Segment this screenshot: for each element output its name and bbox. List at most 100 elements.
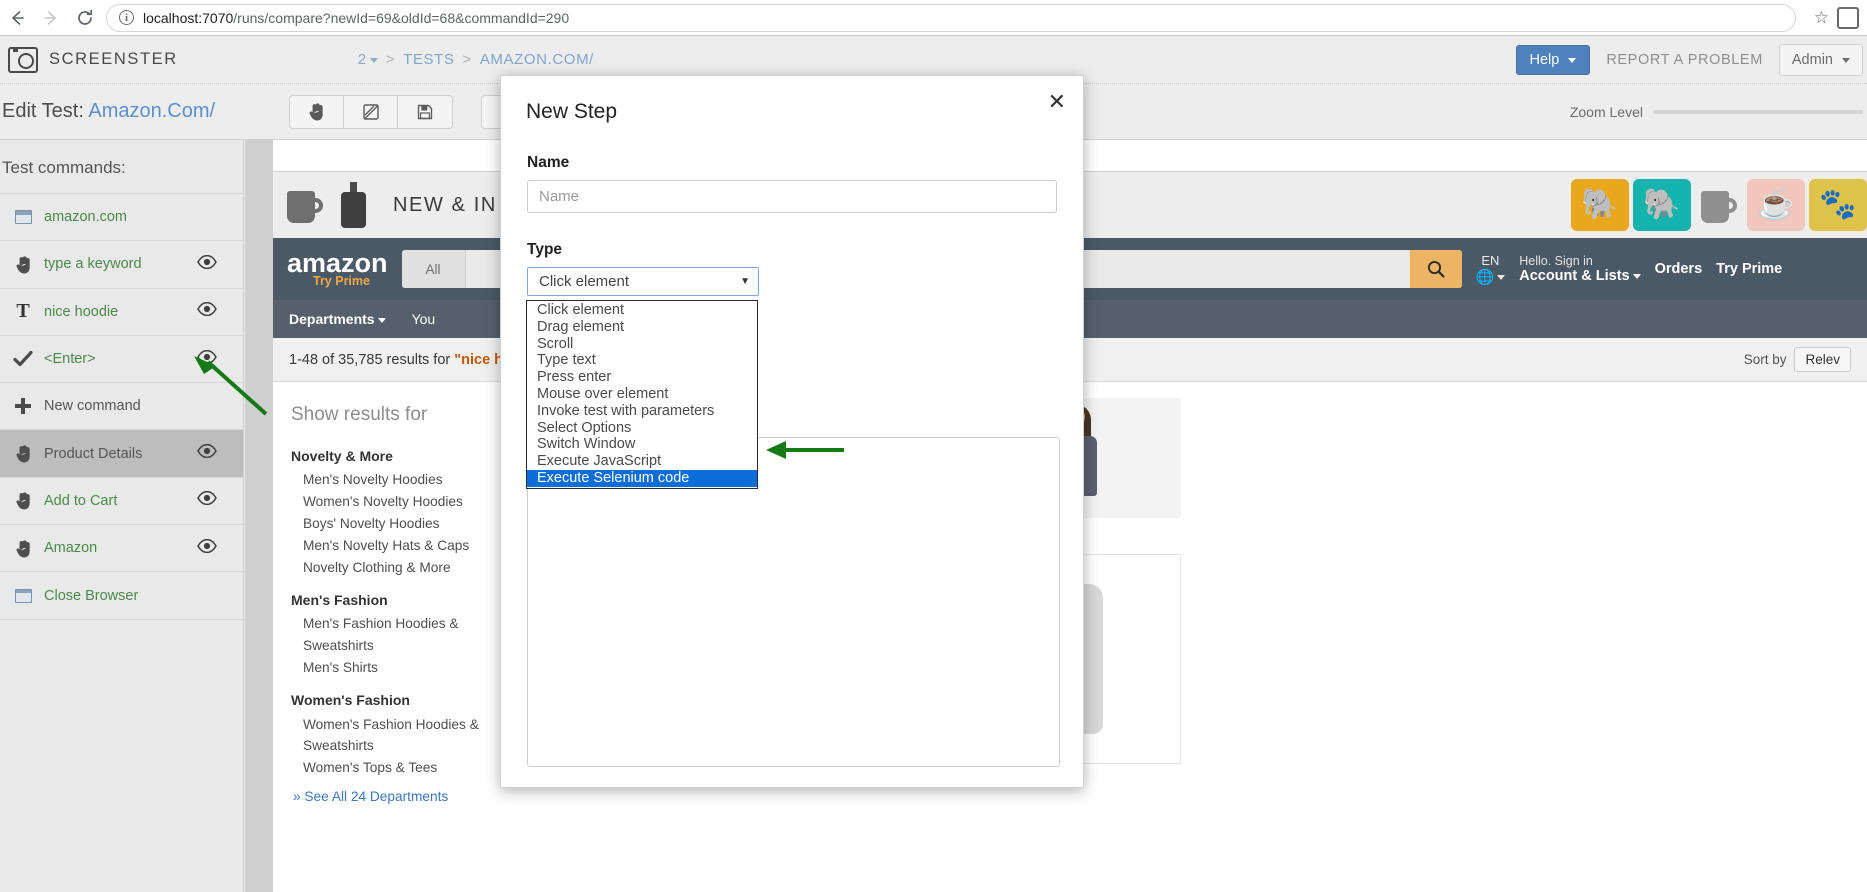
command-item-type-a-keyword[interactable]: type a keyword [0,241,243,289]
command-item-close-browser[interactable]: Close Browser [0,572,243,620]
browser-window-icon [10,210,36,225]
type-dropdown-list[interactable]: Click element Drag element Scroll Type text… [526,300,758,489]
visibility-eye-icon[interactable] [197,349,217,369]
amazon-logo[interactable]: amazon Try Prime [287,250,388,288]
dropdown-option-switch-window[interactable]: Switch Window [527,436,757,453]
command-list: amazon.com type a keyword Tnice hoodie <Ent… [0,194,243,620]
facet-link[interactable]: Boys' Novelty Hoodies [291,513,505,535]
viewport-scrollbar[interactable] [245,140,273,892]
sidebar-title: Test commands: [0,140,243,194]
mask-tool-button[interactable] [344,95,399,128]
breadcrumb-project[interactable]: 2 [358,51,378,68]
name-field-label: Name [527,154,570,171]
pointer-tool-button[interactable] [290,95,345,128]
page-title: Edit Test: Amazon.Com/ [0,100,215,123]
try-prime-link[interactable]: Try Prime [1716,261,1782,277]
command-item-nice-hoodie[interactable]: Tnice hoodie [0,289,243,336]
report-problem-link[interactable]: REPORT A PROBLEM [1606,52,1763,68]
zoom-control[interactable]: Zoom Level [1570,84,1863,140]
header-actions: Help REPORT A PROBLEM Admin [1515,36,1867,84]
facet-link[interactable]: Women's Novelty Hoodies [291,491,505,513]
facet-link[interactable]: Men's Fashion Hoodies & [291,613,505,635]
dropdown-option-drag-element[interactable]: Drag element [527,319,757,336]
visibility-eye-icon[interactable] [197,491,217,510]
info-icon[interactable]: i [119,10,134,25]
admin-menu[interactable]: Admin [1778,44,1863,76]
facet-link[interactable]: Sweatshirts [291,635,505,657]
dropdown-option-mouse-over-element[interactable]: Mouse over element [527,386,757,403]
type-select[interactable]: Click element ▼ [527,267,759,296]
help-button[interactable]: Help [1515,45,1591,75]
url-bar[interactable]: i localhost:7070/runs/compare?newId=69&o… [106,3,1796,32]
star-icon[interactable]: ☆ [1806,8,1837,28]
visibility-eye-icon[interactable] [197,443,217,463]
visibility-eye-icon[interactable] [197,302,217,321]
name-input[interactable] [527,180,1057,213]
command-label: New command [44,398,141,415]
facet-group-title: Women's Fashion [291,692,410,709]
mug-product-icon [281,181,329,229]
chevron-down-icon [1568,57,1577,63]
brand-logo: SCREENSTER [0,46,178,73]
chevron-down-icon: ▼ [740,276,750,287]
sort-control: Sort by Relev [1744,347,1851,372]
breadcrumb-tests[interactable]: TESTS [403,51,454,68]
dropdown-option-invoke-test-with-parameters[interactable]: Invoke test with parameters [527,403,757,420]
profile-icon[interactable] [1837,6,1859,29]
dropdown-option-execute-selenium-code[interactable]: Execute Selenium code [527,469,757,487]
dropdown-option-type-text[interactable]: Type text [527,352,757,369]
globe-icon: 🌐 [1476,268,1506,286]
language-selector[interactable]: EN 🌐 [1476,253,1506,286]
your-label[interactable]: You [412,311,436,327]
orders-link[interactable]: Orders [1655,261,1703,277]
screenster-app: SCREENSTER 2 > TESTS > AMAZON.COM/ Help … [0,36,1867,892]
facet-link[interactable]: Novelty Clothing & More [291,556,505,578]
save-tool-button[interactable] [398,95,453,128]
facet-link[interactable]: Women's Fashion Hoodies & [291,713,505,735]
close-icon[interactable]: ✕ [1048,91,1066,113]
visibility-eye-icon[interactable] [197,254,217,274]
command-item-enter[interactable]: <Enter> [0,336,243,384]
breadcrumb-test[interactable]: AMAZON.COM/ [480,51,594,68]
dropdown-option-execute-javascript[interactable]: Execute JavaScript [527,453,757,470]
back-arrow-icon[interactable] [0,1,34,35]
help-label: Help [1529,52,1560,68]
url-path: /runs/compare?newId=69&oldId=68&commandI… [233,9,570,26]
dropdown-option-select-options[interactable]: Select Options [527,420,757,437]
departments-menu[interactable]: Departments [289,311,386,327]
dropdown-option-press-enter[interactable]: Press enter [527,369,757,386]
language-label: EN [1481,252,1500,268]
facet-link[interactable]: Men's Novelty Hats & Caps [291,534,505,556]
reload-icon[interactable] [68,1,102,35]
test-commands-sidebar: Test commands: amazon.com type a keyword T… [0,140,244,892]
dropdown-option-click-element[interactable]: Click element [527,302,757,319]
command-item-new-command[interactable]: New command [0,383,243,431]
account-and-lists[interactable]: Hello. Sign in Account & Lists [1519,254,1641,284]
amazon-facets-panel: Show results for Novelty & More Men's Nov… [273,382,505,892]
command-item-amazon[interactable]: Amazon [0,525,243,573]
forward-arrow-icon [34,1,68,35]
command-item-product-details[interactable]: Product Details [0,430,243,478]
magnifier-icon[interactable] [1409,250,1462,288]
command-label: Amazon [44,540,98,557]
visibility-eye-icon[interactable] [197,538,217,558]
search-category-select[interactable]: All [401,250,466,288]
facets-title: Show results for [291,404,428,425]
see-all-departments-link[interactable]: » See All 24 Departments [291,779,505,804]
sort-label: Sort by [1743,352,1787,367]
zoom-slider[interactable] [1653,110,1863,114]
facet-link[interactable]: Women's Tops & Tees [291,757,505,779]
facet-link[interactable]: Sweatshirts [291,735,505,757]
facet-link[interactable]: Men's Shirts [291,656,505,678]
command-item-add-to-cart[interactable]: Add to Cart [0,478,243,526]
text-type-icon: T [16,300,30,323]
dropdown-option-scroll[interactable]: Scroll [527,336,757,353]
command-item-amazon-com[interactable]: amazon.com [0,194,243,242]
sort-select[interactable]: Relev [1794,347,1851,372]
command-label: Add to Cart [44,492,118,509]
new-and-in-label: NEW & IN [393,193,497,216]
facet-link[interactable]: Men's Novelty Hoodies [291,469,505,491]
command-label: type a keyword [44,256,142,273]
edit-test-name[interactable]: Amazon.Com/ [88,100,215,122]
breadcrumb: 2 > TESTS > AMAZON.COM/ [358,51,594,68]
